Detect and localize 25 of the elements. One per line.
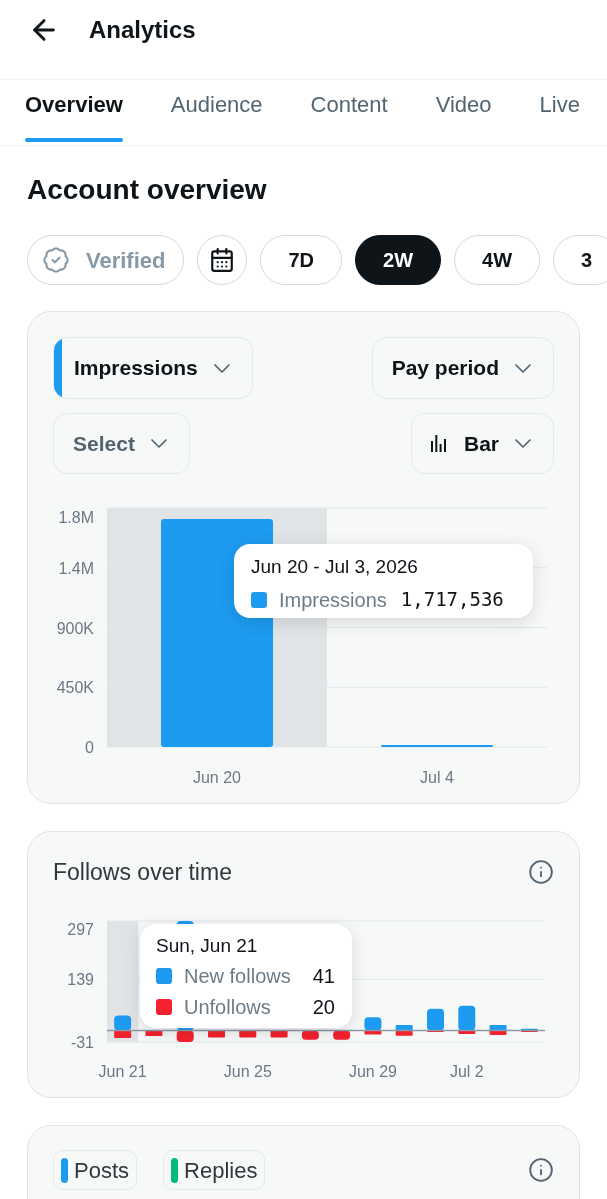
axis-label: -31 (70, 1034, 94, 1051)
axis-label: Jul 2 (449, 1063, 484, 1080)
tooltip-label: New follows (184, 963, 292, 989)
axis-label: 1.8M (58, 509, 94, 526)
tooltip-title: Sun, Jun 21 (156, 934, 259, 958)
tooltip-label: Impressions (279, 587, 387, 613)
axis-label: Jun 21 (98, 1063, 147, 1080)
tooltip-value: 41 (312, 963, 335, 989)
axis-label: 450K (56, 679, 94, 697)
tooltip-value: 1,717,536 (400, 587, 504, 613)
section-title: Account overview (27, 173, 268, 207)
axis-label: Jun 25 (223, 1063, 272, 1080)
page-title: Analytics (89, 15, 196, 45)
tooltip-label: Unfollows (184, 994, 272, 1020)
axis-label: Jun 20 (193, 769, 241, 786)
axis-label: 139 (67, 971, 94, 989)
axis-label: Jul 4 (420, 769, 454, 786)
tooltip-title: Jun 20 - Jul 3, 2026 (251, 555, 419, 579)
axis-label: 1.4M (58, 559, 94, 577)
axis-label: 900K (56, 619, 94, 637)
tooltip-value: 20 (312, 994, 335, 1020)
card-title: Follows over time (53, 857, 232, 887)
axis-label: Jun 29 (348, 1063, 397, 1080)
axis-label: 0 (85, 739, 94, 756)
axis-label: 297 (67, 921, 94, 938)
